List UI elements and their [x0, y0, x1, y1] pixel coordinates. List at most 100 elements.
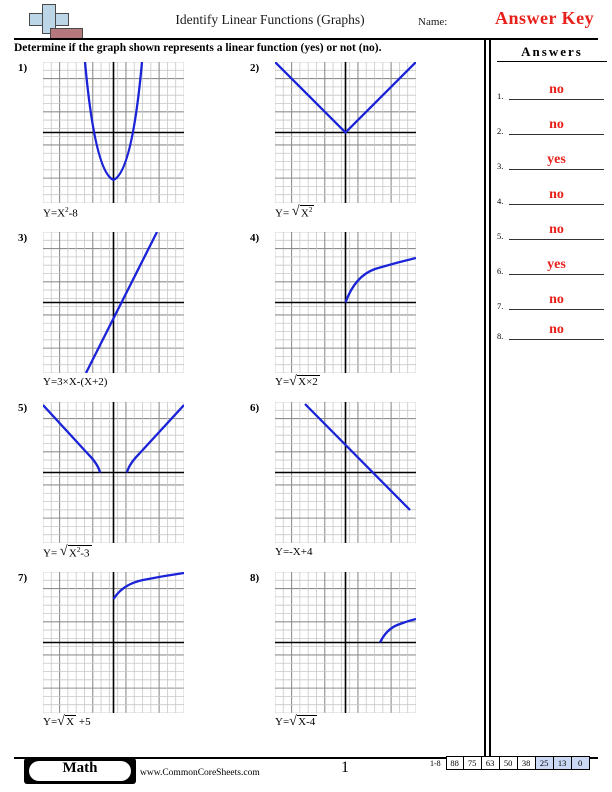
answer-number: 3.	[497, 161, 504, 171]
graph-6	[275, 402, 416, 543]
answer-value: no	[549, 222, 564, 237]
math-badge: Math	[24, 758, 136, 784]
radicand: X	[300, 207, 309, 220]
answer-row-1[interactable]: 1. no	[497, 66, 605, 101]
graph-2	[275, 62, 416, 203]
score-cell: 38	[517, 756, 536, 770]
equation-7: Y= X +5	[43, 714, 91, 730]
answer-blank-line	[509, 339, 604, 340]
equation-text: Y=	[275, 376, 290, 388]
page-number: 1	[341, 759, 349, 776]
radicand: X	[66, 716, 75, 728]
radical-symbol-icon: X×2	[289, 374, 320, 390]
radical-vinculum	[299, 205, 315, 206]
equation-8: Y= X-4	[275, 714, 318, 730]
answer-key-stamp: Answer Key	[495, 8, 595, 28]
equation-tail: -8	[68, 207, 78, 220]
equation-6: Y=-X+4	[275, 546, 312, 558]
problem-number: 6)	[250, 402, 260, 414]
score-range-label: 1-8	[430, 758, 441, 768]
graph-6-svg	[275, 402, 416, 543]
graph-3	[43, 232, 184, 373]
equation-2: Y= X2	[275, 204, 315, 220]
answer-number: 2.	[497, 126, 504, 136]
graph-5-svg	[43, 402, 184, 543]
equation-text: Y=	[275, 207, 292, 220]
equation-exponent: 2	[308, 206, 313, 214]
radical-symbol-icon: X-4	[289, 714, 318, 730]
equation-tail: +5	[76, 716, 91, 728]
problem-number: 5)	[18, 402, 28, 414]
radical-vinculum	[297, 715, 318, 716]
radical-vinculum	[65, 715, 77, 716]
answer-row-2[interactable]: 2. no	[497, 101, 605, 136]
graph-1-svg	[43, 62, 184, 203]
score-cell: 63	[481, 756, 500, 770]
answer-blank-line	[509, 169, 604, 170]
radical-vinculum	[297, 375, 320, 376]
score-cell: 0	[571, 756, 590, 770]
score-cell: 88	[445, 756, 464, 770]
answers-panel-divider-inner	[489, 38, 491, 760]
answer-blank-line	[509, 99, 604, 100]
answer-value: yes	[547, 257, 566, 272]
name-label: Name:	[418, 16, 448, 28]
answer-row-8[interactable]: 8. no	[497, 306, 605, 341]
graph-8-svg	[275, 572, 416, 713]
answer-row-4[interactable]: 4. no	[497, 171, 605, 206]
graph-4-svg	[275, 232, 416, 373]
header-divider	[14, 38, 598, 40]
answer-blank-line	[509, 204, 604, 205]
problem-number: 8)	[250, 572, 260, 584]
answer-blank-line	[509, 274, 604, 275]
answer-value: no	[549, 322, 564, 337]
answer-blank-line	[509, 134, 604, 135]
equation-5: Y= X2-3	[43, 544, 92, 560]
answer-number: 4.	[497, 196, 504, 206]
radical-vinculum	[67, 545, 92, 546]
answer-value: no	[549, 187, 564, 202]
math-badge-label: Math	[62, 760, 98, 776]
radical-symbol-icon: X	[57, 714, 77, 730]
answer-number: 5.	[497, 231, 504, 241]
equation-4: Y= X×2	[275, 374, 320, 390]
equation-text: Y=-X+4	[275, 546, 313, 558]
problem-number: 2)	[250, 62, 260, 74]
equation-text: Y=	[43, 547, 60, 560]
graph-7-svg	[43, 572, 184, 713]
answers-heading: Answers	[497, 44, 607, 62]
problem-number: 1)	[18, 62, 28, 74]
problem-number: 7)	[18, 572, 28, 584]
equation-text: Y=	[43, 716, 58, 728]
instructions-text: Determine if the graph shown represents …	[14, 42, 382, 54]
equation-text: Y=3×X-(X+2)	[43, 376, 108, 388]
radicand: X	[68, 547, 77, 560]
equation-3: Y=3×X-(X+2)	[43, 376, 107, 388]
answer-row-7[interactable]: 7. no	[497, 276, 605, 311]
answer-number: 8.	[497, 331, 504, 341]
score-cell: 75	[463, 756, 482, 770]
answer-row-6[interactable]: 6. yes	[497, 241, 605, 276]
radical-symbol-icon: X2-3	[60, 544, 92, 560]
graph-1	[43, 62, 184, 203]
graph-2-svg	[275, 62, 416, 203]
answer-value: no	[549, 82, 564, 97]
site-url: www.CommonCoreSheets.com	[140, 768, 260, 778]
page-title: Identify Linear Functions (Graphs)	[175, 12, 365, 27]
answer-number: 1.	[497, 91, 504, 101]
equation-text: Y=	[275, 716, 290, 728]
answer-value: no	[549, 117, 564, 132]
problem-number: 4)	[250, 232, 260, 244]
answer-row-3[interactable]: 3. yes	[497, 136, 605, 171]
answer-value: yes	[547, 152, 566, 167]
answer-row-5[interactable]: 5. no	[497, 206, 605, 241]
equation-1: Y=X2-8	[43, 206, 78, 220]
answer-number: 6.	[497, 266, 504, 276]
answers-panel-divider-outer	[484, 38, 486, 760]
graph-4	[275, 232, 416, 373]
score-cell: 25	[535, 756, 554, 770]
graph-7	[43, 572, 184, 713]
radical-symbol-icon: X2	[292, 204, 315, 220]
graph-8	[275, 572, 416, 713]
score-cell: 13	[553, 756, 572, 770]
